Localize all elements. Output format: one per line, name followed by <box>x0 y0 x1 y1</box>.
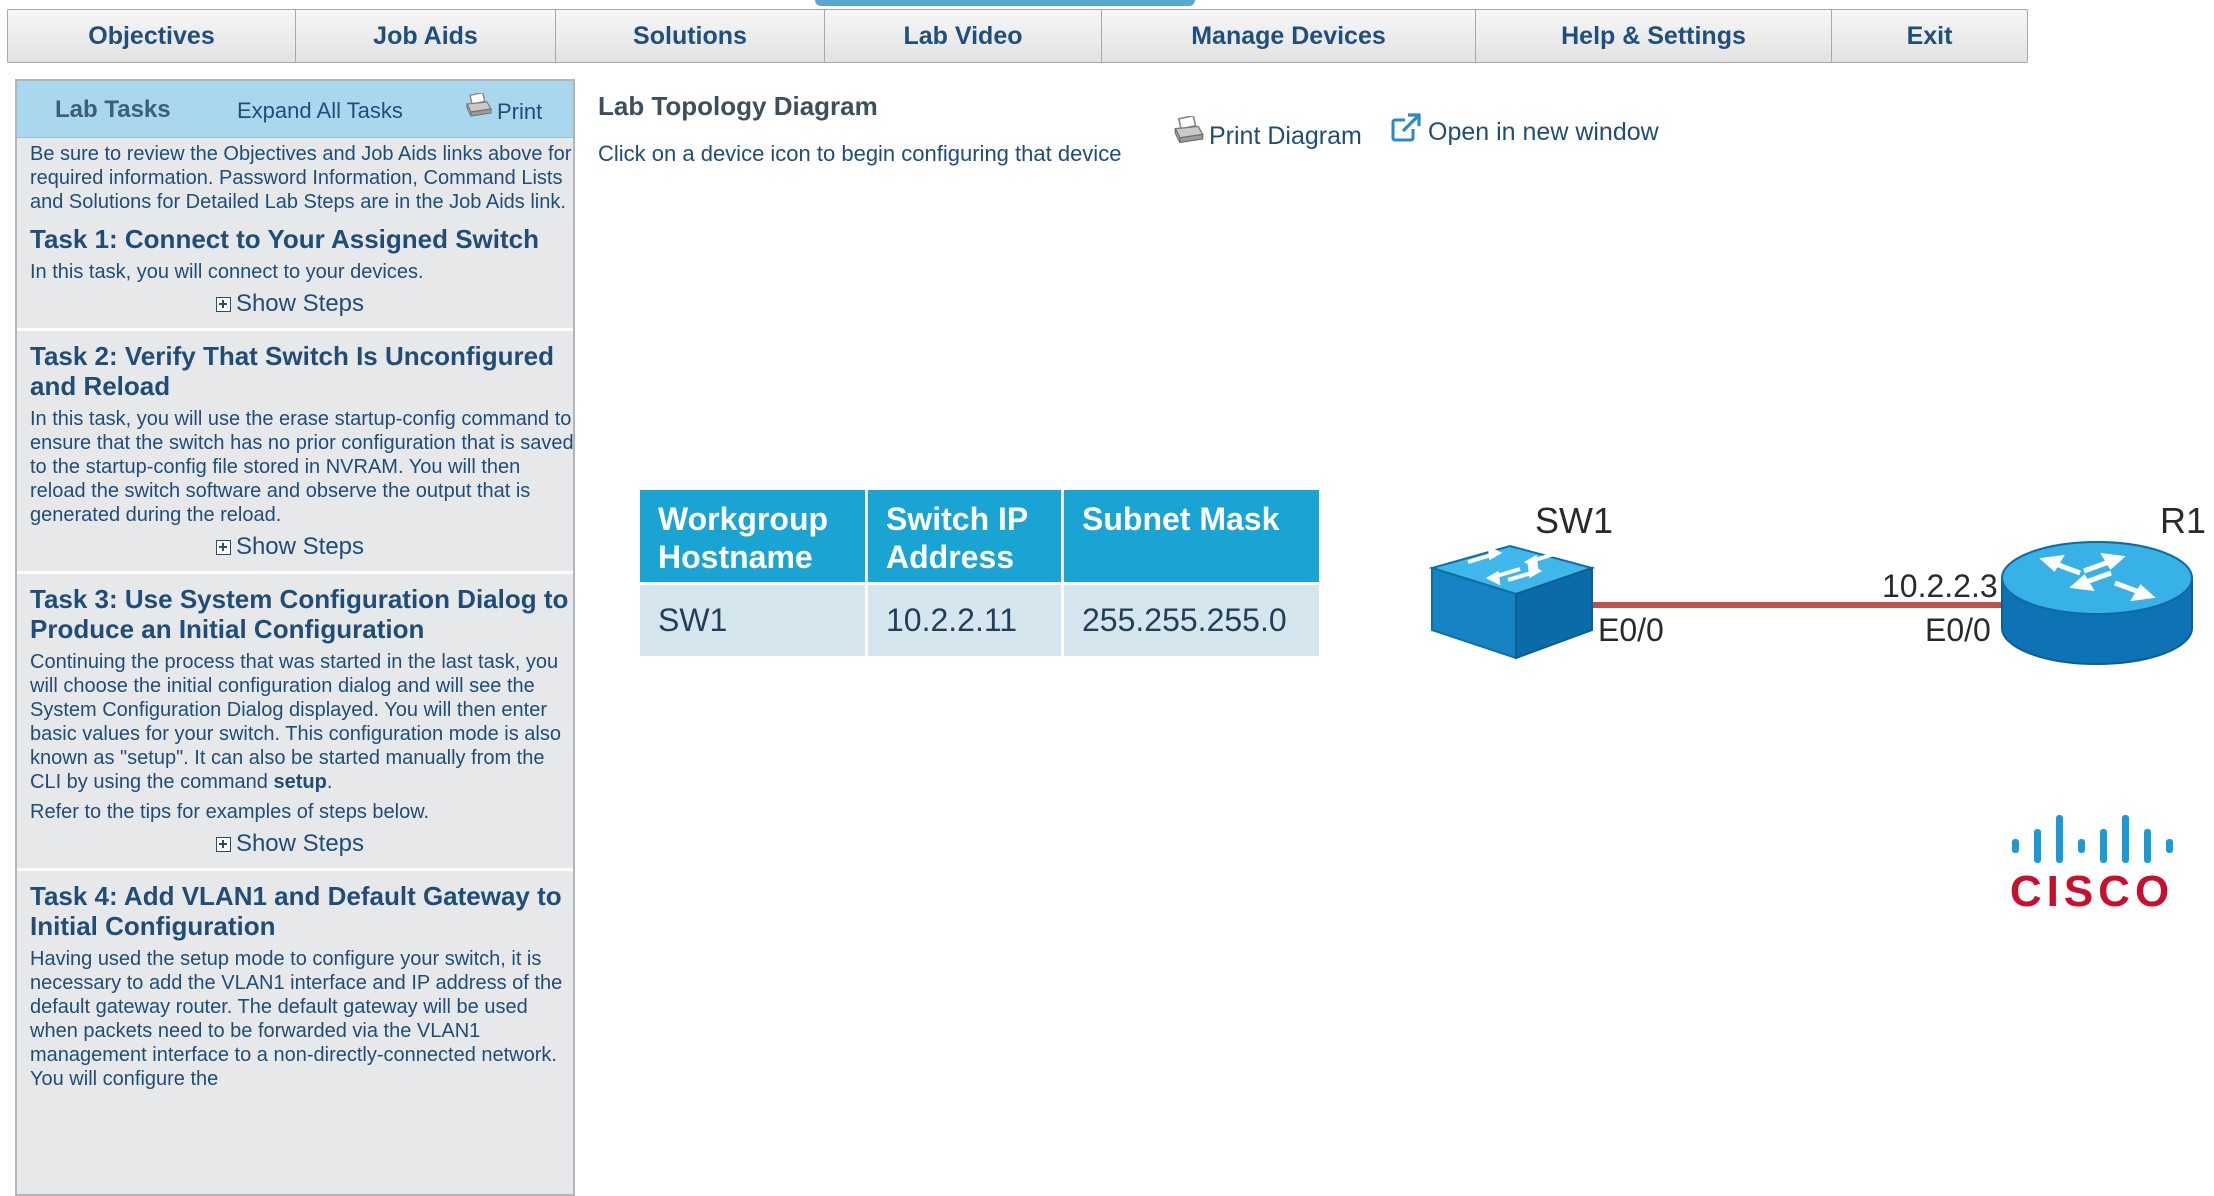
print-label: Print <box>497 99 543 124</box>
task-2: Task 2: Verify That Switch Is Unconfigur… <box>30 331 573 563</box>
task-3-tip: Refer to the tips for examples of steps … <box>30 801 430 823</box>
nav-help-settings[interactable]: Help & Settings <box>1476 10 1832 62</box>
cisco-logo-bars: CISCO <box>2010 815 2174 916</box>
task-1: Task 1: Connect to Your Assigned Switch … <box>30 224 573 320</box>
header-line: Hostname <box>658 539 813 575</box>
task-4-description: Having used the setup mode to configure … <box>30 948 563 1090</box>
printer-icon <box>466 93 492 117</box>
cisco-wordmark: CISCO <box>2010 867 2174 911</box>
lab-tasks-panel[interactable]: Lab Tasks Expand All Tasks Print Be sure… <box>15 79 575 1196</box>
top-navigation-bar: Objectives Job Aids Solutions Lab Video … <box>7 9 2028 63</box>
task-2-title: Task 2: Verify That Switch Is Unconfigur… <box>30 341 554 401</box>
task-1-description: In this task, you will connect to your d… <box>30 261 424 283</box>
expand-plus-icon <box>215 296 231 312</box>
header-line: Address <box>886 539 1015 575</box>
lab-tasks-body: Be sure to review the Objectives and Job… <box>17 138 573 1091</box>
cell-hostname: SW1 <box>640 582 868 656</box>
expand-plus-icon <box>215 539 231 555</box>
expand-plus-icon <box>215 836 231 852</box>
external-link-icon <box>1391 113 1421 142</box>
show-steps-label: Show Steps <box>235 830 365 857</box>
task-4: Task 4: Add VLAN1 and Default Gateway to… <box>30 871 573 1091</box>
router-ip-label: 10.2.2.3 <box>1882 568 1998 604</box>
print-diagram-link[interactable]: Print Diagram <box>1173 116 1362 150</box>
ip-address-table: Workgroup Hostname Switch IP Address Sub… <box>640 490 1319 656</box>
task-3-show-steps[interactable]: Show Steps <box>30 828 550 860</box>
cisco-logo: CISCO <box>2010 811 2190 916</box>
router-port-label: E0/0 <box>1925 612 1991 648</box>
task-2-show-steps[interactable]: Show Steps <box>30 531 550 563</box>
print-diagram-label: Print Diagram <box>1209 122 1362 150</box>
intro-text: Be sure to review the Objectives and Job… <box>30 143 572 213</box>
show-steps-label: Show Steps <box>235 290 365 317</box>
switch-hostname-label: SW1 <box>1535 500 1614 541</box>
open-new-window-link[interactable]: Open in new window <box>1390 112 1659 146</box>
cell-subnet-mask: 255.255.255.0 <box>1064 582 1319 656</box>
print-tasks-button[interactable]: Print <box>465 93 542 124</box>
expand-all-tasks-link[interactable]: Expand All Tasks <box>237 98 403 124</box>
lab-tasks-title: Lab Tasks <box>55 96 171 123</box>
router-hostname-label: R1 <box>2160 500 2207 541</box>
cell-ip-address: 10.2.2.11 <box>868 582 1064 656</box>
printer-icon <box>1174 116 1204 144</box>
task-3-command: setup <box>273 771 327 793</box>
task-3: Task 3: Use System Configuration Dialog … <box>30 574 573 860</box>
router-r1-icon[interactable] <box>2001 541 2193 665</box>
task-3-desc-end: . <box>326 771 333 793</box>
task-3-title: Task 3: Use System Configuration Dialog … <box>30 584 569 644</box>
show-steps-label: Show Steps <box>235 533 365 560</box>
task-2-description: In this task, you will use the erase sta… <box>30 408 574 526</box>
header-line: Switch IP <box>886 501 1029 537</box>
task-1-title: Task 1: Connect to Your Assigned Switch <box>30 224 540 254</box>
column-header-switch-ip: Switch IP Address <box>868 490 1064 582</box>
switch-sw1-icon[interactable] <box>1428 544 1596 660</box>
nav-job-aids[interactable]: Job Aids <box>296 10 556 62</box>
header-line: Workgroup <box>658 501 829 537</box>
nav-manage-devices[interactable]: Manage Devices <box>1102 10 1476 62</box>
task-3-description: Continuing the process that was started … <box>30 650 573 794</box>
nav-lab-video[interactable]: Lab Video <box>825 10 1102 62</box>
diagram-instructions: Click on a device icon to begin configur… <box>598 141 1122 166</box>
table-row: SW1 10.2.2.11 255.255.255.0 <box>640 582 1319 656</box>
header-line: Subnet Mask <box>1082 501 1280 537</box>
lab-tasks-header: Lab Tasks Expand All Tasks Print <box>17 81 573 138</box>
nav-objectives[interactable]: Objectives <box>8 10 296 62</box>
diagram-title: Lab Topology Diagram <box>598 91 878 121</box>
task-1-show-steps[interactable]: Show Steps <box>30 288 550 320</box>
column-header-hostname: Workgroup Hostname <box>640 490 868 582</box>
nav-exit[interactable]: Exit <box>1832 10 2027 62</box>
open-new-window-label: Open in new window <box>1428 118 1659 146</box>
nav-solutions[interactable]: Solutions <box>556 10 825 62</box>
switch-port-label: E0/0 <box>1598 612 1664 648</box>
task-4-title: Task 4: Add VLAN1 and Default Gateway to… <box>30 881 562 941</box>
active-tab-indicator <box>815 0 1195 6</box>
network-topology: SW1 R1 10.2.2.3 E0/0 E0/0 <box>1420 490 2210 690</box>
column-header-subnet-mask: Subnet Mask <box>1064 490 1319 582</box>
